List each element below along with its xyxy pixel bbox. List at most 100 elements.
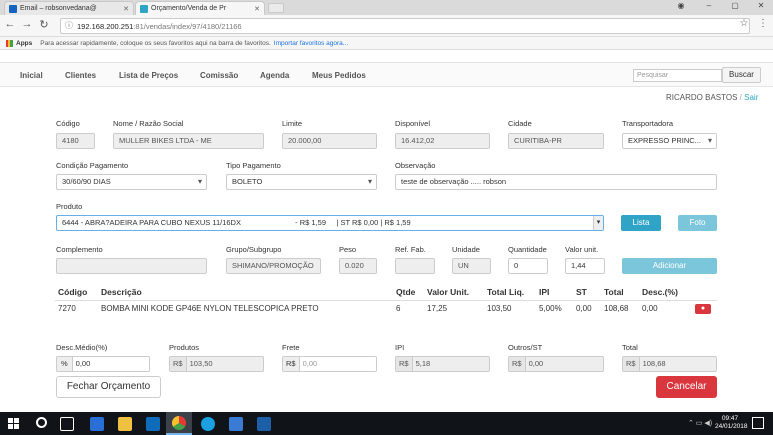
window-close-button[interactable]: ✕ — [752, 1, 770, 10]
grupo-field: SHIMANO/PROMOÇÃO — [226, 258, 321, 274]
lista-button[interactable]: Lista — [621, 215, 661, 231]
clock[interactable]: 09:47 24/01/2018 — [715, 415, 748, 431]
outlook-taskbar-icon[interactable] — [146, 417, 160, 431]
skype-icon[interactable] — [201, 417, 215, 431]
profile-icon[interactable]: ◉ — [672, 1, 690, 10]
peso-label: Peso — [339, 245, 357, 254]
chrome-icon — [172, 416, 186, 430]
url-input[interactable]: ⓘ 192.168.200.251:81/vendas/index/97/418… — [60, 18, 750, 34]
user-name: RICARDO BASTOS — [666, 93, 738, 102]
ipi-prefix: R$ — [396, 357, 413, 371]
url-path: :81/vendas/index/97/4180/21166 — [133, 21, 242, 31]
produtos-label: Produtos — [169, 343, 200, 352]
search-button[interactable]: Buscar — [722, 67, 761, 83]
explorer-icon[interactable] — [118, 417, 132, 431]
app-ts-icon[interactable] — [257, 417, 271, 431]
windows-taskbar: ⌃ ▭ ◀) 09:47 24/01/2018 — [0, 412, 773, 435]
desc-medio-field[interactable]: % 0,00 — [56, 356, 150, 372]
tipo-select[interactable]: BOLETO — [226, 174, 377, 190]
close-icon[interactable]: ✕ — [251, 5, 260, 13]
grupo-label: Grupo/Subgrupo — [226, 245, 282, 254]
condicao-label: Condição Pagamento — [56, 161, 129, 170]
clock-time: 09:47 — [721, 415, 739, 422]
desc-medio-label: Desc.Médio(%) — [56, 343, 108, 352]
observacao-input[interactable]: teste de observação ..... robson — [395, 174, 717, 190]
frete-field[interactable]: R$ 0,00 — [282, 356, 377, 372]
nav-clientes[interactable]: Clientes — [65, 71, 96, 80]
ref-label: Ref. Fab. — [395, 245, 426, 254]
close-icon[interactable]: ✕ — [120, 5, 129, 13]
th-total: Total — [604, 287, 624, 297]
notification-icon[interactable] — [752, 417, 764, 429]
delete-item-button[interactable]: ● — [695, 304, 711, 314]
edge-icon[interactable] — [90, 417, 104, 431]
foto-button[interactable]: Foto — [678, 215, 717, 231]
forward-icon[interactable]: → — [20, 18, 34, 30]
table-row[interactable]: 7270 BOMBA MINI KODE GP46E NYLON TELESCO… — [55, 301, 717, 318]
menu-icon[interactable]: ⋮ — [756, 18, 770, 29]
info-icon: ⓘ — [65, 21, 73, 30]
ipi-value: 5,18 — [415, 359, 431, 368]
url-host: 192.168.200.251 — [77, 21, 134, 31]
search-input[interactable]: Pesquisar — [633, 69, 722, 82]
produtos-prefix: R$ — [170, 357, 187, 371]
new-tab-button[interactable] — [268, 3, 284, 13]
chevron-down-icon: ▾ — [593, 216, 603, 230]
produtos-field: R$ 103,50 — [169, 356, 264, 372]
cell-st: 0,00 — [576, 304, 592, 313]
nome-field: MULLER BIKES LTDA - ME — [113, 133, 264, 149]
task-view-icon[interactable] — [60, 417, 74, 431]
minimize-button[interactable]: – — [700, 1, 718, 10]
cell-ipi: 5,00% — [539, 304, 562, 313]
nav-comissao[interactable]: Comissão — [200, 71, 238, 80]
limite-field: 20.000,00 — [282, 133, 377, 149]
fechar-orcamento-button[interactable]: Fechar Orçamento — [56, 376, 161, 398]
apps-link[interactable]: Apps — [16, 40, 32, 47]
adicionar-button[interactable]: Adicionar — [622, 258, 717, 274]
maximize-button[interactable]: ▢ — [726, 1, 744, 10]
nav-inicial[interactable]: Inicial — [20, 71, 43, 80]
app-s-icon[interactable] — [229, 417, 243, 431]
disponivel-label: Disponível — [395, 119, 431, 128]
bookmarks-bar: Apps Para acessar rapidamente, coloque o… — [0, 37, 773, 50]
condicao-value: 30/60/90 DIAS — [62, 177, 111, 186]
items-table: Código Descrição Qtde Valor Unit. Total … — [55, 284, 717, 320]
outlook-icon — [9, 4, 17, 13]
nav-meus-pedidos[interactable]: Meus Pedidos — [312, 71, 366, 80]
cell-qtde: 6 — [396, 304, 401, 313]
cidade-label: Cidade — [508, 119, 532, 128]
total-prefix: R$ — [623, 357, 640, 371]
apps-icon — [6, 39, 13, 47]
cancelar-button[interactable]: Cancelar — [656, 376, 717, 398]
peso-field: 0.020 — [339, 258, 377, 274]
tab-orcamento[interactable]: Orçamento/Venda de Pr ✕ — [135, 1, 265, 15]
valor-label: Valor unit. — [565, 245, 599, 254]
nav-agenda[interactable]: Agenda — [260, 71, 289, 80]
tray-icons[interactable]: ⌃ ▭ ◀) — [688, 419, 712, 427]
desc-value: 0,00 — [75, 359, 91, 368]
produto-label: Produto — [56, 202, 83, 211]
cortana-icon[interactable] — [36, 417, 47, 428]
star-icon[interactable]: ☆ — [737, 18, 751, 29]
th-valor-unit: Valor Unit. — [427, 287, 470, 297]
transportadora-select[interactable]: EXPRESSO PRINC... — [622, 133, 717, 149]
quantidade-input[interactable]: 0 — [508, 258, 548, 274]
chrome-taskbar-button[interactable] — [166, 412, 192, 435]
tab-email[interactable]: Email – robsonvedana@ ✕ — [4, 1, 134, 15]
cell-desc: 0,00 — [642, 304, 658, 313]
produto-select[interactable]: 6444 - ABRA?ADEIRA PARA CUBO NEXUS 11/16… — [56, 215, 604, 231]
th-qtde: Qtde — [396, 287, 416, 297]
back-icon[interactable]: ← — [3, 18, 17, 30]
logout-link[interactable]: Sair — [744, 93, 758, 102]
condicao-select[interactable]: 30/60/90 DIAS — [56, 174, 207, 190]
nav-lista-precos[interactable]: Lista de Preços — [119, 71, 178, 80]
complemento-field — [56, 258, 207, 274]
transportadora-label: Transportadora — [622, 119, 673, 128]
reload-icon[interactable]: ↻ — [37, 18, 51, 31]
windows-start-icon[interactable] — [8, 418, 19, 429]
valor-unit-input[interactable]: 1,44 — [565, 258, 605, 274]
tipo-value: BOLETO — [232, 177, 263, 186]
import-bookmarks-link[interactable]: Importar favoritos agora... — [274, 40, 348, 47]
tab-title: Orçamento/Venda de Pr — [151, 5, 227, 12]
th-descricao: Descrição — [101, 287, 142, 297]
